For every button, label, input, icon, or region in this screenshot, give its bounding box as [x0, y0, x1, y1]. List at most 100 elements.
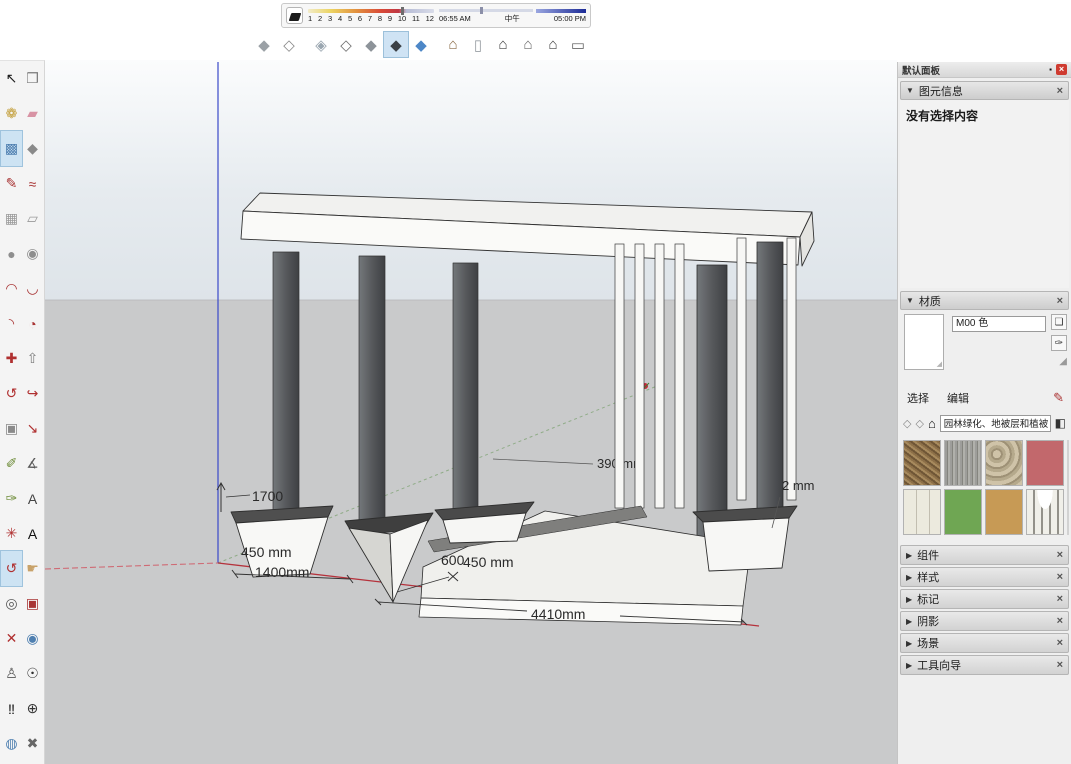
panel-section-collapsed[interactable]: ▶ 场景 × [900, 633, 1069, 653]
tab-edit[interactable]: 编辑 [947, 390, 969, 406]
view-back-icon[interactable]: ⌂ [541, 32, 565, 57]
column-5[interactable] [757, 242, 783, 520]
rotate-tool[interactable]: ↺ [1, 376, 22, 411]
tape-measure-tool[interactable]: ✐ [1, 446, 22, 481]
move-tool[interactable]: ✚ [1, 341, 22, 376]
close-icon[interactable]: × [1057, 85, 1063, 97]
baluster[interactable] [655, 244, 664, 508]
grass-color[interactable] [944, 489, 982, 535]
push-pull-tool[interactable]: ⇧ [22, 341, 43, 376]
material-name-field[interactable]: M00 色 [952, 316, 1046, 332]
gravel-texture[interactable] [944, 440, 982, 486]
pan-tool[interactable]: ☛ [22, 551, 43, 586]
arc-tool[interactable]: ◠ [1, 271, 22, 306]
baluster[interactable] [615, 244, 624, 508]
tan-color[interactable] [985, 489, 1023, 535]
pin-icon[interactable]: ▪ [1049, 65, 1052, 74]
eyedropper-icon[interactable]: ✎ [1053, 390, 1064, 406]
circle-tool[interactable]: ● [1, 236, 22, 271]
close-icon[interactable]: × [1057, 549, 1063, 561]
two-point-arc-tool[interactable]: ◡ [22, 271, 43, 306]
gate-texture[interactable] [1026, 489, 1064, 535]
close-icon[interactable]: × [1057, 571, 1063, 583]
view-right-icon[interactable]: ⌂ [516, 32, 540, 57]
column-1[interactable] [273, 252, 299, 524]
column-3[interactable] [453, 263, 478, 515]
look-target-tool[interactable]: ⊕ [22, 691, 43, 726]
walk-tool[interactable]: ‼ [1, 691, 22, 726]
text-tool[interactable]: A [22, 481, 43, 516]
close-icon[interactable]: × [1057, 615, 1063, 627]
pavers-texture[interactable] [903, 489, 941, 535]
month-slider-track[interactable] [308, 9, 434, 13]
eraser-tool[interactable]: ▰ [22, 96, 43, 131]
orbit-tool[interactable]: ↺ [1, 551, 22, 586]
style-hidden-line-icon[interactable]: ◇ [334, 32, 358, 57]
baluster[interactable] [635, 244, 644, 508]
materials-header[interactable]: ▼ 材质 × [900, 291, 1069, 310]
month-slider-handle[interactable] [401, 7, 404, 15]
rotated-rectangle-tool[interactable]: ▱ [22, 201, 43, 236]
style-wireframe-icon[interactable]: ◇ [277, 32, 301, 57]
time-slider-handle[interactable] [480, 7, 483, 14]
shadows-toggle-icon[interactable] [286, 7, 303, 24]
view-front-icon[interactable]: ⌂ [491, 32, 515, 57]
view-left-icon[interactable]: ▭ [566, 32, 590, 57]
close-icon[interactable]: × [1057, 637, 1063, 649]
view-top-icon[interactable]: ▯ [466, 32, 490, 57]
footing-4-front[interactable] [703, 518, 789, 571]
position-camera-tool[interactable]: ♙ [1, 656, 22, 691]
pebbles-texture[interactable] [985, 440, 1023, 486]
shadow-month-slider[interactable]: 123456789101112 [308, 9, 434, 23]
in-model-icon[interactable]: ⌂ [928, 416, 936, 431]
three-d-text-tool[interactable]: A [22, 516, 43, 551]
previous-view-tool[interactable]: ◉ [22, 621, 43, 656]
select-tool[interactable]: ↖ [1, 61, 22, 96]
time-slider-track[interactable] [439, 9, 533, 12]
panel-section-collapsed[interactable]: ▶ 组件 × [900, 545, 1069, 565]
viewport-3d[interactable]: 390 mm 500 mm [45, 60, 897, 764]
follow-me-tool[interactable]: ↪ [22, 376, 43, 411]
column-2[interactable] [359, 256, 385, 544]
sample-paint-icon[interactable]: ◧ [1055, 416, 1066, 430]
axes-tool[interactable]: ✳ [1, 516, 22, 551]
panel-section-collapsed[interactable]: ▶ 标记 × [900, 589, 1069, 609]
view-iso-icon[interactable]: ⌂ [441, 32, 465, 57]
rectangle-tool[interactable]: ▦ [1, 201, 22, 236]
zoom-extents-tool[interactable]: ✕ [1, 621, 22, 656]
style-shaded-icon[interactable]: ◆ [252, 32, 276, 57]
panel-title-bar[interactable]: 默认面板 ▪ × [898, 62, 1071, 78]
panel-section-collapsed[interactable]: ▶ 样式 × [900, 567, 1069, 587]
style-shaded-faces-icon[interactable]: ◆ [359, 32, 383, 57]
paint-bucket-tool[interactable]: ❁ [1, 96, 22, 131]
material-category-dropdown[interactable]: 园林绿化、地被层和植被 ∨ [940, 415, 1051, 432]
close-icon[interactable]: × [1057, 659, 1063, 671]
baluster[interactable] [737, 238, 746, 500]
baluster[interactable] [787, 238, 796, 500]
dimension-tool[interactable]: ✑ [1, 481, 22, 516]
tab-select[interactable]: 选择 [907, 390, 929, 406]
look-around-tool[interactable]: ☉ [22, 656, 43, 691]
paint-details-icon[interactable]: ✑ [1051, 335, 1067, 351]
three-point-arc-tool[interactable]: ◝ [1, 306, 22, 341]
section-plane-tool[interactable]: ◍ [1, 726, 22, 761]
offset-tool[interactable]: ▣ [1, 411, 22, 446]
panel-section-collapsed[interactable]: ▶ 工具向导 × [900, 655, 1069, 675]
extra-tool[interactable]: ✖ [22, 726, 43, 761]
paint-texture-tool[interactable]: ▩ [1, 131, 22, 166]
zoom-window-tool[interactable]: ▣ [22, 586, 43, 621]
create-material-icon[interactable]: ❏ [1051, 314, 1067, 330]
material-preview[interactable]: ◢ [904, 314, 944, 370]
entity-info-header[interactable]: ▼ 图元信息 × [900, 81, 1069, 100]
time-evening-track[interactable] [536, 9, 586, 13]
style-xray-icon[interactable]: ◈ [309, 32, 333, 57]
nav-back-icon[interactable]: ◇ [903, 417, 911, 430]
swatch-scrollbar[interactable] [1067, 440, 1069, 535]
panel-close-icon[interactable]: × [1056, 64, 1067, 75]
freehand-tool[interactable]: ≈ [22, 166, 43, 201]
close-icon[interactable]: × [1057, 593, 1063, 605]
large-eraser-tool[interactable]: ◆ [22, 131, 43, 166]
line-tool[interactable]: ✎ [1, 166, 22, 201]
zoom-tool[interactable]: ◎ [1, 586, 22, 621]
scale-tool[interactable]: ↘ [22, 411, 43, 446]
